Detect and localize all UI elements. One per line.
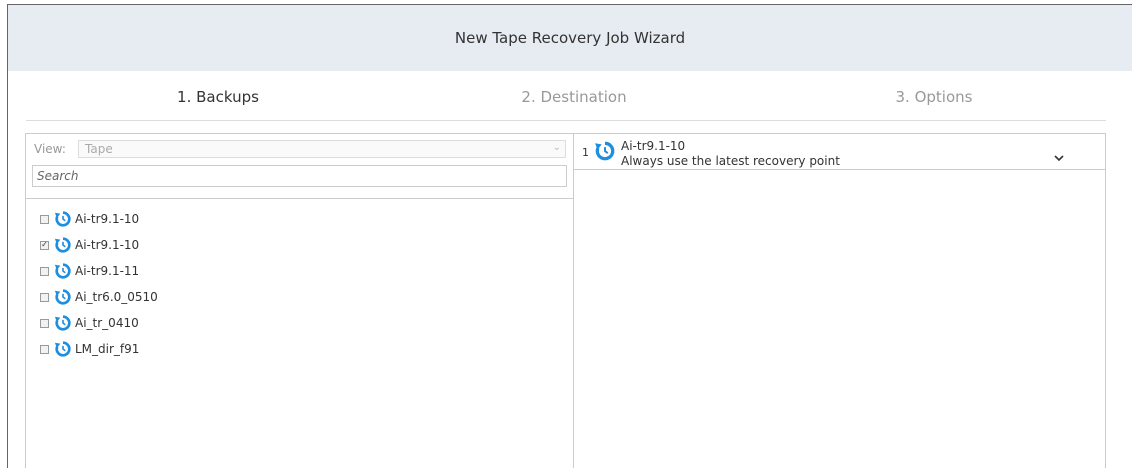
chevron-down-icon: ⌄ [552,142,561,153]
item-label: Ai_tr_0410 [75,316,139,330]
checkbox-checked[interactable]: ✓ [40,240,49,250]
recovery-icon [54,263,71,279]
wizard-title-bar: New Tape Recovery Job Wizard [8,5,1132,71]
item-label: Ai-tr9.1-10 [75,238,140,252]
recovery-icon [54,211,71,227]
selected-backup-row[interactable]: 1 Ai-tr9.1-10 Always use the latest reco… [574,134,1105,170]
list-item[interactable]: Ai-tr9.1-11 [40,258,158,284]
list-item[interactable]: Ai-tr9.1-10 [40,206,158,232]
selected-backups-panel: 1 Ai-tr9.1-10 Always use the latest reco… [574,133,1106,468]
item-label: Ai-tr9.1-11 [75,264,140,278]
list-item[interactable]: ✓ Ai-tr9.1-10 [40,232,158,258]
divider [26,198,573,199]
list-item[interactable]: Ai_tr_0410 [40,310,158,336]
row-index: 1 [582,146,589,159]
selected-backup-name: Ai-tr9.1-10 [621,139,686,153]
checkbox[interactable] [40,214,49,224]
checkbox[interactable] [40,292,49,302]
view-label: View: [34,142,66,156]
step-backups[interactable]: 1. Backups [98,88,338,106]
chevron-down-icon[interactable] [1054,152,1064,165]
list-item[interactable]: LM_dir_f91 [40,336,158,362]
search-input[interactable]: Search [32,165,567,187]
wizard-steps: 1. Backups 2. Destination 3. Options [8,71,1132,121]
checkbox[interactable] [40,344,49,354]
view-select-value: Tape [85,142,113,156]
item-label: Ai_tr6.0_0510 [75,290,158,304]
steps-divider [26,120,1106,121]
backups-panel: View: Tape ⌄ Search Ai-tr9.1-10 ✓ Ai-tr9… [25,133,574,468]
item-label: Ai-tr9.1-10 [75,212,140,226]
checkbox[interactable] [40,318,49,328]
step-destination[interactable]: 2. Destination [454,88,694,106]
wizard-title: New Tape Recovery Job Wizard [454,29,686,47]
checkbox[interactable] [40,266,49,276]
view-select[interactable]: Tape ⌄ [78,140,566,158]
recovery-icon [54,237,71,253]
list-item[interactable]: Ai_tr6.0_0510 [40,284,158,310]
item-label: LM_dir_f91 [75,342,140,356]
recovery-point-label: Always use the latest recovery point [621,154,840,168]
recovery-icon [595,141,615,161]
step-options[interactable]: 3. Options [814,88,1054,106]
recovery-icon [54,341,71,357]
backup-tree: Ai-tr9.1-10 ✓ Ai-tr9.1-10 Ai-tr9.1-11 Ai… [40,206,158,362]
recovery-icon [54,315,71,331]
recovery-icon [54,289,71,305]
search-placeholder: Search [37,169,79,183]
